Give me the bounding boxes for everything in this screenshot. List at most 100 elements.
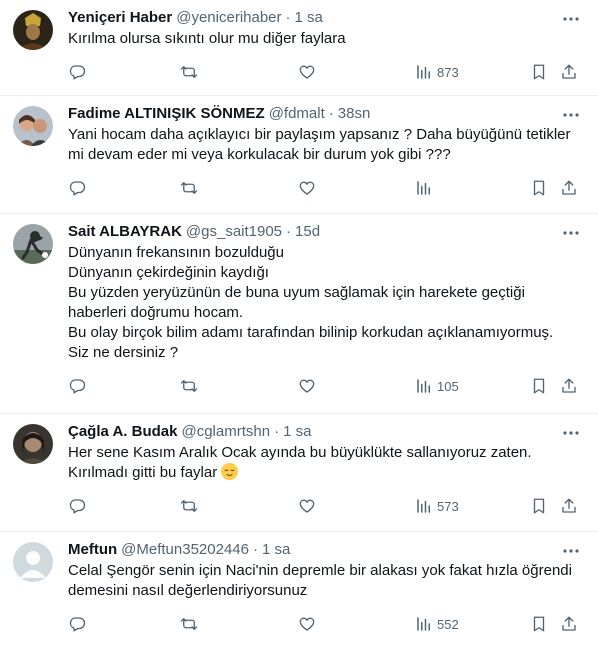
author-name[interactable]: Çağla A. Budak bbox=[68, 422, 177, 442]
more-icon[interactable] bbox=[562, 542, 580, 560]
like-button[interactable] bbox=[298, 375, 316, 397]
avatar[interactable] bbox=[13, 542, 53, 582]
bookmark-icon bbox=[533, 616, 545, 632]
action-bar: 105 bbox=[68, 375, 582, 397]
author-name[interactable]: Sait ALBAYRAK bbox=[68, 222, 182, 242]
more-icon[interactable] bbox=[562, 424, 580, 442]
bookmark-button[interactable] bbox=[530, 177, 548, 199]
share-icon bbox=[562, 64, 576, 79]
reply-button[interactable] bbox=[68, 177, 86, 199]
retweet-button[interactable] bbox=[180, 375, 198, 397]
share-button[interactable] bbox=[560, 613, 578, 635]
reply-button[interactable] bbox=[68, 375, 86, 397]
views-icon bbox=[417, 499, 430, 513]
tweet[interactable]: Çağla A. Budak @cglamrtshn · 1 sa Her se… bbox=[0, 414, 598, 532]
view-count: 552 bbox=[437, 616, 459, 632]
views-button[interactable]: 573 bbox=[415, 495, 459, 517]
tweet[interactable]: Fadime ALTINIŞIK SÖNMEZ @fdmalt · 38sn Y… bbox=[0, 96, 598, 214]
retweet-icon bbox=[180, 66, 198, 78]
author-name[interactable]: Fadime ALTINIŞIK SÖNMEZ bbox=[68, 104, 265, 124]
author-handle[interactable]: @fdmalt bbox=[269, 104, 325, 124]
like-icon bbox=[299, 379, 315, 393]
share-icon bbox=[562, 378, 576, 393]
author-name[interactable]: Meftun bbox=[68, 540, 117, 560]
tweet-header: Çağla A. Budak @cglamrtshn · 1 sa bbox=[68, 422, 582, 442]
share-icon bbox=[562, 498, 576, 513]
tweet-text: Her sene Kasım Aralık Ocak ayında bu büy… bbox=[68, 443, 582, 483]
bookmark-button[interactable] bbox=[530, 61, 548, 83]
more-icon[interactable] bbox=[562, 10, 580, 28]
tweet-text: Dünyanın frekansının bozulduğu Dünyanın … bbox=[68, 244, 554, 361]
like-button[interactable] bbox=[298, 495, 316, 517]
action-bar: 873 bbox=[68, 61, 582, 83]
author-handle[interactable]: @Meftun35202446 bbox=[121, 540, 249, 560]
like-icon bbox=[299, 65, 315, 79]
retweet-button[interactable] bbox=[180, 613, 198, 635]
author-handle[interactable]: @yenicerihaber bbox=[176, 8, 281, 28]
view-count: 873 bbox=[437, 64, 459, 80]
reply-icon bbox=[69, 181, 86, 196]
reply-feed: Yeniçeri Haber @yenicerihaber · 1 sa Kır… bbox=[0, 0, 598, 646]
tweet-header: Meftun @Meftun35202446 · 1 sa bbox=[68, 540, 582, 560]
separator-dot: · bbox=[286, 223, 292, 240]
share-button[interactable] bbox=[560, 375, 578, 397]
like-button[interactable] bbox=[298, 61, 316, 83]
tweet[interactable]: Yeniçeri Haber @yenicerihaber · 1 sa Kır… bbox=[0, 0, 598, 96]
timestamp[interactable]: 38sn bbox=[338, 104, 371, 124]
more-icon[interactable] bbox=[562, 106, 580, 124]
retweet-button[interactable] bbox=[180, 177, 198, 199]
like-button[interactable] bbox=[298, 177, 316, 199]
reply-button[interactable] bbox=[68, 613, 86, 635]
share-button[interactable] bbox=[560, 495, 578, 517]
separator-dot: · bbox=[274, 423, 280, 440]
views-icon bbox=[417, 181, 430, 195]
views-icon bbox=[417, 617, 430, 631]
separator-dot: · bbox=[252, 541, 258, 558]
author-handle[interactable]: @gs_sait1905 bbox=[186, 222, 282, 242]
avatar[interactable] bbox=[13, 424, 53, 464]
avatar[interactable] bbox=[13, 10, 53, 50]
tweet-text-body: Her sene Kasım Aralık Ocak ayında bu büy… bbox=[68, 444, 532, 481]
author-name[interactable]: Yeniçeri Haber bbox=[68, 8, 172, 28]
bookmark-button[interactable] bbox=[530, 613, 548, 635]
like-button[interactable] bbox=[298, 613, 316, 635]
view-count: 573 bbox=[437, 498, 459, 514]
tweet-text: Celal Şengör senin için Naci'nin depreml… bbox=[68, 562, 572, 599]
action-bar: 573 bbox=[68, 495, 582, 517]
reply-button[interactable] bbox=[68, 61, 86, 83]
share-button[interactable] bbox=[560, 61, 578, 83]
timestamp[interactable]: 1 sa bbox=[283, 422, 311, 442]
tweet[interactable]: Sait ALBAYRAK @gs_sait1905 · 15d Dünyanı… bbox=[0, 214, 598, 414]
retweet-button[interactable] bbox=[180, 61, 198, 83]
relieved-face-emoji bbox=[221, 463, 239, 480]
bookmark-icon bbox=[533, 498, 545, 514]
views-button[interactable]: 105 bbox=[415, 375, 459, 397]
bookmark-button[interactable] bbox=[530, 375, 548, 397]
views-button[interactable]: 873 bbox=[415, 61, 459, 83]
reply-button[interactable] bbox=[68, 495, 86, 517]
bookmark-icon bbox=[533, 378, 545, 394]
tweet-text: Yani hocam daha açıklayıcı bir paylaşım … bbox=[68, 126, 571, 163]
views-button[interactable]: 552 bbox=[415, 613, 459, 635]
tweet-text: Kırılma olursa sıkıntı olur mu diğer fay… bbox=[68, 30, 346, 47]
avatar[interactable] bbox=[13, 224, 53, 264]
like-icon bbox=[299, 181, 315, 195]
share-button[interactable] bbox=[560, 177, 578, 199]
views-button[interactable] bbox=[415, 177, 437, 199]
view-count: 105 bbox=[437, 378, 459, 394]
bookmark-icon bbox=[533, 180, 545, 196]
timestamp[interactable]: 1 sa bbox=[262, 540, 290, 560]
bookmark-button[interactable] bbox=[530, 495, 548, 517]
tweet[interactable]: Meftun @Meftun35202446 · 1 sa Celal Şeng… bbox=[0, 532, 598, 646]
reply-icon bbox=[69, 379, 86, 394]
timestamp[interactable]: 15d bbox=[295, 222, 320, 242]
author-handle[interactable]: @cglamrtshn bbox=[181, 422, 270, 442]
action-bar bbox=[68, 177, 582, 199]
timestamp[interactable]: 1 sa bbox=[295, 8, 323, 28]
retweet-button[interactable] bbox=[180, 495, 198, 517]
avatar[interactable] bbox=[13, 106, 53, 146]
separator-dot: · bbox=[285, 9, 291, 26]
tweet-header: Fadime ALTINIŞIK SÖNMEZ @fdmalt · 38sn bbox=[68, 104, 582, 124]
separator-dot: · bbox=[328, 105, 334, 122]
more-icon[interactable] bbox=[562, 224, 580, 242]
